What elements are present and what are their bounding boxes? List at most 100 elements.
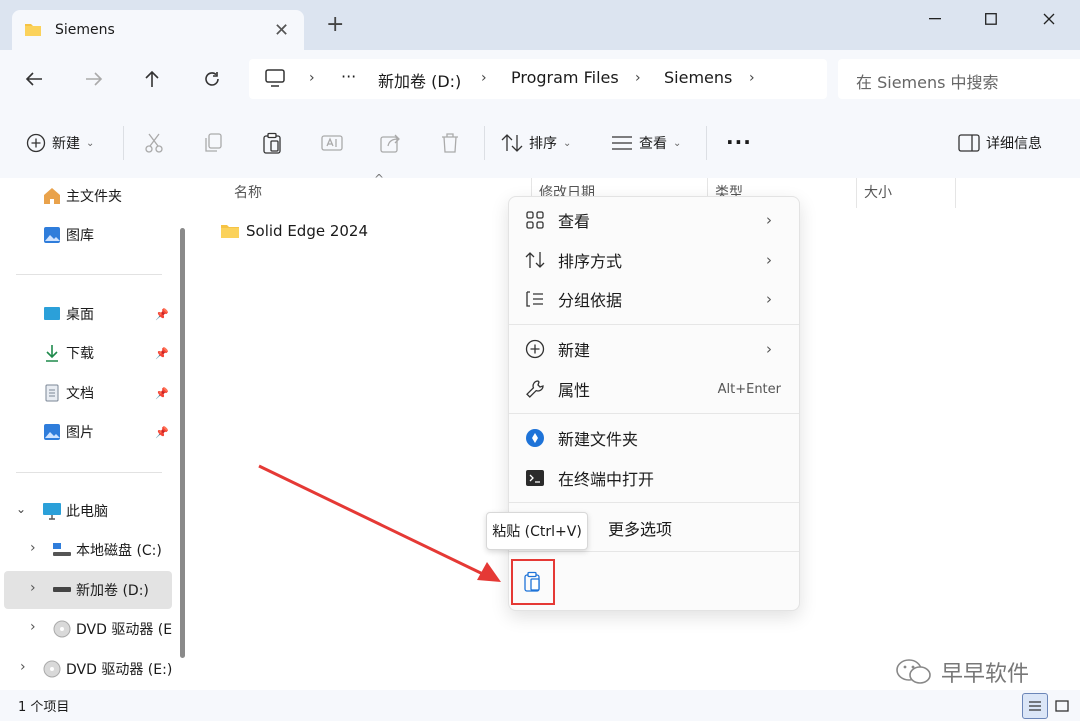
sidebar-item-drive-c[interactable]: 本地磁盘 (C:) xyxy=(52,535,162,565)
pin-icon[interactable]: 📌 xyxy=(155,308,169,321)
drive-icon xyxy=(52,580,72,600)
pin-icon[interactable]: 📌 xyxy=(155,347,169,360)
menu-item-group[interactable]: 分组依据 › xyxy=(509,280,799,318)
chevron-right-icon: › xyxy=(766,340,772,358)
menu-item-sort[interactable]: 排序方式 › xyxy=(509,241,799,279)
more-options-button[interactable]: ··· xyxy=(726,130,752,154)
divider xyxy=(509,551,799,552)
pin-icon[interactable]: 📌 xyxy=(155,426,169,439)
rename-icon[interactable] xyxy=(321,132,343,154)
details-button[interactable]: 详细信息 xyxy=(958,130,1042,156)
back-button[interactable] xyxy=(14,59,54,99)
paste-icon[interactable] xyxy=(262,132,282,154)
wrench-icon xyxy=(524,378,546,400)
sidebar-item-downloads[interactable]: 下载 📌 xyxy=(42,338,192,368)
shortcut-label: Alt+Enter xyxy=(717,381,781,397)
new-tab-button[interactable]: + xyxy=(326,12,344,37)
tiles-view-toggle[interactable] xyxy=(1050,694,1074,718)
sidebar-item-desktop[interactable]: 桌面 📌 xyxy=(42,299,192,329)
chevron-right-icon[interactable]: › xyxy=(30,619,36,635)
cut-icon[interactable] xyxy=(144,132,164,154)
sidebar-item-pictures[interactable]: 图片 📌 xyxy=(42,417,192,447)
paste-button[interactable] xyxy=(511,559,555,605)
pin-icon[interactable]: 📌 xyxy=(155,387,169,400)
dvd-icon xyxy=(42,659,62,679)
new-button[interactable]: 新建 ⌄ xyxy=(26,130,94,156)
sidebar-item-home[interactable]: 主文件夹 xyxy=(42,181,122,211)
copy-icon[interactable] xyxy=(203,132,223,154)
chevron-down-icon: ⌄ xyxy=(673,137,682,149)
tab-siemens[interactable]: Siemens ✕ xyxy=(12,10,304,50)
sidebar-item-label: 下载 xyxy=(66,346,94,362)
menu-item-terminal[interactable]: 在终端中打开 xyxy=(509,459,799,497)
chevron-right-icon: › xyxy=(766,251,772,269)
up-button[interactable] xyxy=(132,59,172,99)
chevron-right-icon[interactable]: › xyxy=(20,659,26,675)
annotation-arrow xyxy=(258,464,501,582)
menu-item-new[interactable]: 新建 › xyxy=(509,330,799,368)
sort-icon xyxy=(501,134,523,152)
file-name: Solid Edge 2024 xyxy=(246,222,369,240)
menu-item-new-folder[interactable]: 新建文件夹 xyxy=(509,419,799,457)
pictures-icon xyxy=(42,422,62,442)
title-bar: Siemens ✕ + xyxy=(0,0,1080,50)
menu-item-view[interactable]: 查看 › xyxy=(509,201,799,239)
chevron-right-icon: › xyxy=(749,70,755,86)
dvd-icon xyxy=(52,619,72,639)
sidebar-item-dvd-e[interactable]: DVD 驱动器 (E xyxy=(52,614,176,644)
chevron-down-icon: ⌄ xyxy=(86,137,95,149)
folder-icon xyxy=(24,22,42,37)
maximize-button[interactable] xyxy=(968,2,1014,36)
delete-icon[interactable] xyxy=(440,132,460,154)
breadcrumb-overflow[interactable]: ··· xyxy=(341,67,356,86)
chevron-right-icon[interactable]: › xyxy=(30,580,36,596)
divider xyxy=(509,324,799,325)
menu-item-label: 新建 xyxy=(558,341,591,360)
sidebar-item-label: 桌面 xyxy=(66,307,94,323)
sort-button-label: 排序 xyxy=(529,136,557,152)
sort-icon xyxy=(524,249,546,271)
forward-button[interactable] xyxy=(74,59,114,99)
sidebar-item-label: DVD 驱动器 (E:) xyxy=(66,662,173,678)
column-header-size[interactable]: 大小 xyxy=(864,182,892,202)
chevron-right-icon: › xyxy=(766,290,772,308)
document-icon xyxy=(42,383,62,403)
chevron-right-icon[interactable]: › xyxy=(30,540,36,556)
address-bar[interactable]: › ··· 新加卷 (D:) › Program Files › Siemens… xyxy=(249,59,827,99)
breadcrumb-program-files[interactable]: Program Files xyxy=(511,68,619,87)
divider xyxy=(509,502,799,503)
sidebar-item-gallery[interactable]: 图库 xyxy=(42,220,94,250)
watermark-text: 早早软件 xyxy=(941,662,1030,687)
menu-item-properties[interactable]: 属性 Alt+Enter xyxy=(509,370,799,408)
sidebar-item-label: 此电脑 xyxy=(66,504,108,520)
sidebar-item-label: 新加卷 (D:) xyxy=(76,583,149,599)
menu-item-label: 分组依据 xyxy=(558,291,623,310)
folder-icon xyxy=(220,223,240,239)
breadcrumb-siemens[interactable]: Siemens xyxy=(664,68,732,87)
sidebar-item-this-pc[interactable]: 此电脑 xyxy=(42,496,108,526)
view-button[interactable]: 查看 ⌄ xyxy=(611,130,681,156)
menu-item-label: 属性 xyxy=(558,381,591,400)
search-input[interactable]: 在 Siemens 中搜索 xyxy=(838,59,1080,99)
list-item[interactable]: Solid Edge 2024 xyxy=(220,222,368,240)
column-header-name[interactable]: 名称 xyxy=(234,182,262,202)
divider xyxy=(123,126,124,160)
minimize-button[interactable] xyxy=(912,2,958,36)
tab-title: Siemens xyxy=(55,22,115,38)
close-button[interactable] xyxy=(1026,2,1072,36)
list-view-icon xyxy=(1029,701,1041,711)
share-icon[interactable] xyxy=(380,132,402,154)
command-bar: 新建 ⌄ 排序 ⌄ 查看 ⌄ ··· 详细信息 xyxy=(0,108,1080,179)
sort-button[interactable]: 排序 ⌄ xyxy=(501,130,571,156)
sidebar-item-drive-d[interactable]: 新加卷 (D:) xyxy=(52,575,149,605)
divider xyxy=(16,274,162,275)
refresh-button[interactable] xyxy=(192,59,232,99)
details-view-toggle[interactable] xyxy=(1022,693,1048,719)
scrollbar[interactable] xyxy=(180,228,185,658)
breadcrumb-drive-d[interactable]: 新加卷 (D:) xyxy=(378,68,461,92)
sidebar-item-documents[interactable]: 文档 📌 xyxy=(42,378,192,408)
close-tab-icon[interactable]: ✕ xyxy=(274,20,289,41)
plus-circle-icon xyxy=(26,133,46,153)
expand-chevron-icon[interactable]: ⌄ xyxy=(16,502,26,516)
sidebar-item-dvd-e-2[interactable]: DVD 驱动器 (E:) xyxy=(42,654,172,684)
